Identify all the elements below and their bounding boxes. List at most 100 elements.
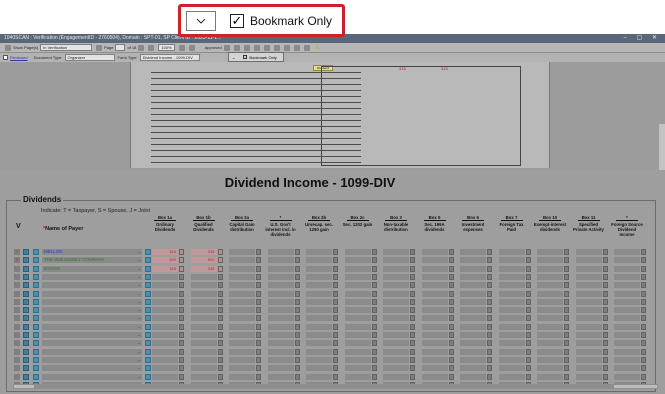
amount-detail-icon[interactable] xyxy=(217,307,223,314)
amount-field[interactable] xyxy=(267,307,300,314)
toolbar-icon-4[interactable] xyxy=(253,44,260,51)
amount-field[interactable] xyxy=(267,298,300,305)
verify-checkbox[interactable] xyxy=(23,356,29,363)
payer-doc-icon[interactable] xyxy=(145,373,151,380)
amount-field[interactable]: 600 xyxy=(152,257,184,264)
show-pages-select[interactable]: In Verification xyxy=(40,44,93,51)
amount-field[interactable] xyxy=(421,348,454,355)
amount-field[interactable] xyxy=(421,356,454,363)
amount-detail-icon[interactable] xyxy=(564,356,569,363)
row-detail-icon[interactable] xyxy=(33,265,39,272)
amount-field[interactable] xyxy=(383,257,415,264)
payer-doc-icon[interactable] xyxy=(145,365,151,372)
amount-detail-icon[interactable] xyxy=(641,323,646,330)
amount-field[interactable] xyxy=(614,356,646,363)
payer-doc-icon[interactable] xyxy=(145,273,151,280)
toolbar-icon-1[interactable] xyxy=(223,44,230,51)
indicator-cell[interactable] xyxy=(14,282,20,289)
amount-field[interactable] xyxy=(190,282,223,289)
amount-detail-icon[interactable] xyxy=(487,249,492,255)
row-detail-icon[interactable] xyxy=(33,282,39,289)
indicator-cell[interactable] xyxy=(14,365,20,372)
amount-field[interactable] xyxy=(383,356,415,363)
row-detail-icon[interactable] xyxy=(33,356,39,363)
amount-field[interactable] xyxy=(614,265,646,272)
indicator-cell[interactable] xyxy=(14,356,20,363)
row-detail-icon[interactable] xyxy=(33,307,39,314)
amount-field[interactable] xyxy=(306,323,338,330)
amount-field[interactable] xyxy=(421,282,454,289)
amount-detail-icon[interactable] xyxy=(217,298,223,305)
amount-detail-icon[interactable] xyxy=(410,257,415,264)
amount-field[interactable] xyxy=(190,273,223,280)
amount-field[interactable] xyxy=(152,282,184,289)
row-detail-icon[interactable] xyxy=(33,298,39,305)
payer-doc-icon[interactable] xyxy=(145,340,151,347)
amount-field[interactable] xyxy=(306,315,338,322)
verify-checkbox[interactable] xyxy=(23,340,29,347)
amount-field[interactable] xyxy=(575,323,608,330)
amount-detail-icon[interactable] xyxy=(371,373,377,380)
amount-field[interactable] xyxy=(614,290,646,297)
amount-detail-icon[interactable] xyxy=(256,332,261,338)
indicator-cell[interactable] xyxy=(14,348,20,355)
amount-field[interactable] xyxy=(498,265,531,272)
amount-field[interactable] xyxy=(537,307,569,314)
amount-field[interactable] xyxy=(306,373,338,380)
zoom-select[interactable]: 100% xyxy=(158,44,175,51)
amount-detail-icon[interactable] xyxy=(410,282,415,289)
verify-checkbox[interactable] xyxy=(23,265,29,272)
amount-detail-icon[interactable] xyxy=(333,257,338,264)
payer-name-field[interactable]: ⌄ xyxy=(42,307,142,314)
amount-field[interactable] xyxy=(383,340,415,347)
amount-detail-icon[interactable] xyxy=(564,307,569,314)
amount-field[interactable] xyxy=(306,273,338,280)
amount-detail-icon[interactable] xyxy=(294,348,300,355)
amount-field[interactable] xyxy=(152,273,184,280)
amount-field[interactable] xyxy=(614,249,646,255)
amount-detail-icon[interactable] xyxy=(487,340,492,347)
amount-field[interactable] xyxy=(383,365,415,372)
amount-field[interactable] xyxy=(344,298,377,305)
row-detail-icon[interactable] xyxy=(33,257,39,264)
payer-name-field[interactable]: ⌄ xyxy=(42,298,142,305)
amount-field[interactable] xyxy=(498,307,531,314)
amount-field[interactable] xyxy=(306,307,338,314)
toolbar-icon-3[interactable] xyxy=(243,44,250,51)
amount-detail-icon[interactable] xyxy=(641,332,646,338)
amount-field[interactable] xyxy=(306,365,338,372)
amount-detail-icon[interactable] xyxy=(487,273,492,280)
amount-field[interactable] xyxy=(575,315,608,322)
amount-detail-icon[interactable] xyxy=(448,340,454,347)
amount-field[interactable] xyxy=(152,307,184,314)
verify-checkbox[interactable] xyxy=(23,348,29,355)
amount-detail-icon[interactable] xyxy=(641,365,646,372)
amount-field[interactable] xyxy=(267,249,300,255)
amount-field[interactable] xyxy=(190,348,223,355)
amount-detail-icon[interactable] xyxy=(487,365,492,372)
amount-field[interactable] xyxy=(537,323,569,330)
amount-detail-icon[interactable] xyxy=(179,257,184,264)
amount-detail-icon[interactable] xyxy=(294,365,300,372)
toolbar-icon-7[interactable] xyxy=(283,44,290,51)
payer-dropdown-icon[interactable]: ⌄ xyxy=(138,299,141,305)
amount-detail-icon[interactable] xyxy=(641,356,646,363)
amount-detail-icon[interactable] xyxy=(333,348,338,355)
amount-field[interactable] xyxy=(306,290,338,297)
payer-dropdown-icon[interactable]: ⌄ xyxy=(138,349,141,355)
amount-detail-icon[interactable] xyxy=(564,348,569,355)
verify-checkbox[interactable] xyxy=(23,273,29,280)
row-detail-icon[interactable] xyxy=(33,340,39,347)
payer-dropdown-icon[interactable]: ⌄ xyxy=(138,374,141,380)
window-controls[interactable]: – ▢ ✕ xyxy=(624,34,661,43)
amount-field[interactable] xyxy=(229,290,261,297)
verify-checkbox[interactable] xyxy=(23,332,29,338)
amount-detail-icon[interactable] xyxy=(333,282,338,289)
verify-checkbox[interactable] xyxy=(23,282,29,289)
indicator-cell[interactable]: T xyxy=(14,249,20,255)
amount-detail-icon[interactable] xyxy=(525,332,531,338)
amount-detail-icon[interactable] xyxy=(179,315,184,322)
indicator-cell[interactable]: S xyxy=(14,257,20,264)
amount-field[interactable] xyxy=(614,257,646,264)
amount-detail-icon[interactable] xyxy=(256,365,261,372)
